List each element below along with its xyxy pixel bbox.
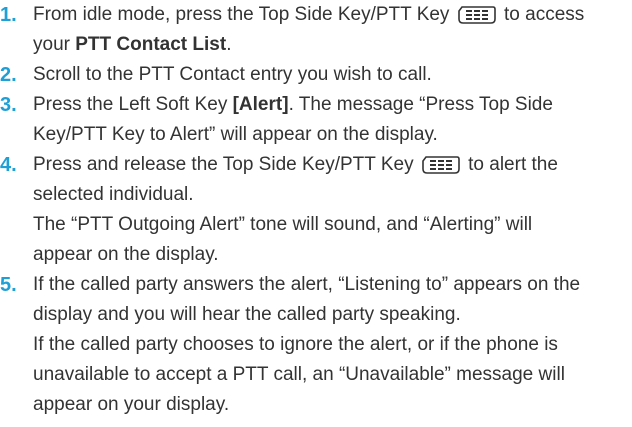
step-line: your PTT Contact List. bbox=[33, 30, 632, 60]
step-text: Press and release the Top Side Key/PTT K… bbox=[33, 154, 414, 175]
step-text: your bbox=[33, 34, 70, 55]
step-text: If the called party answers the alert, “… bbox=[33, 274, 581, 295]
step-line: From idle mode, press the Top Side Key/P… bbox=[33, 0, 632, 30]
step-text: The “PTT Outgoing Alert” tone will sound… bbox=[33, 214, 533, 235]
step-1: 1. From idle mode, press the Top Side Ke… bbox=[0, 0, 632, 60]
step-text: Key/PTT Key to Alert” will appear on the… bbox=[33, 124, 438, 145]
step-number: 2. bbox=[0, 64, 17, 86]
step-text: Scroll to the PTT Contact entry you wish… bbox=[33, 64, 432, 85]
step-text: appear on your display. bbox=[33, 394, 230, 415]
step-line: Press the Left Soft Key [Alert]. The mes… bbox=[33, 90, 632, 120]
step-text: From idle mode, press the Top Side Key/P… bbox=[33, 4, 450, 25]
side-key-icon bbox=[457, 6, 496, 24]
step-number: 4. bbox=[0, 154, 17, 176]
ptt-contact-list-label: PTT Contact List bbox=[75, 34, 227, 55]
side-key-icon bbox=[422, 156, 460, 174]
step-3: 3. Press the Left Soft Key [Alert]. The … bbox=[0, 90, 632, 150]
step-text: If the called party chooses to ignore th… bbox=[33, 334, 558, 355]
step-text: Press the Left Soft Key bbox=[33, 94, 228, 115]
step-2: 2. Scroll to the PTT Contact entry you w… bbox=[0, 60, 632, 90]
step-text: to alert the bbox=[468, 154, 558, 175]
instruction-list: 1. From idle mode, press the Top Side Ke… bbox=[0, 0, 632, 420]
step-text: to access bbox=[504, 4, 585, 25]
step-text: . bbox=[226, 34, 232, 55]
step-text: appear on the display. bbox=[33, 244, 219, 265]
step-number: 3. bbox=[0, 94, 17, 116]
step-text: selected individual. bbox=[33, 184, 194, 205]
step-5: 5. If the called party answers the alert… bbox=[0, 270, 632, 420]
step-text: display and you will hear the called par… bbox=[33, 304, 461, 325]
step-number: 1. bbox=[0, 4, 17, 26]
step-line: Press and release the Top Side Key/PTT K… bbox=[33, 150, 632, 180]
step-text: unavailable to accept a PTT call, an “Un… bbox=[33, 364, 565, 385]
step-4: 4. Press and release the Top Side Key/PT… bbox=[0, 150, 632, 270]
alert-soft-key-label: [Alert] bbox=[232, 94, 289, 115]
step-text: . The message “Press Top Side bbox=[288, 94, 553, 115]
step-number: 5. bbox=[0, 274, 17, 296]
